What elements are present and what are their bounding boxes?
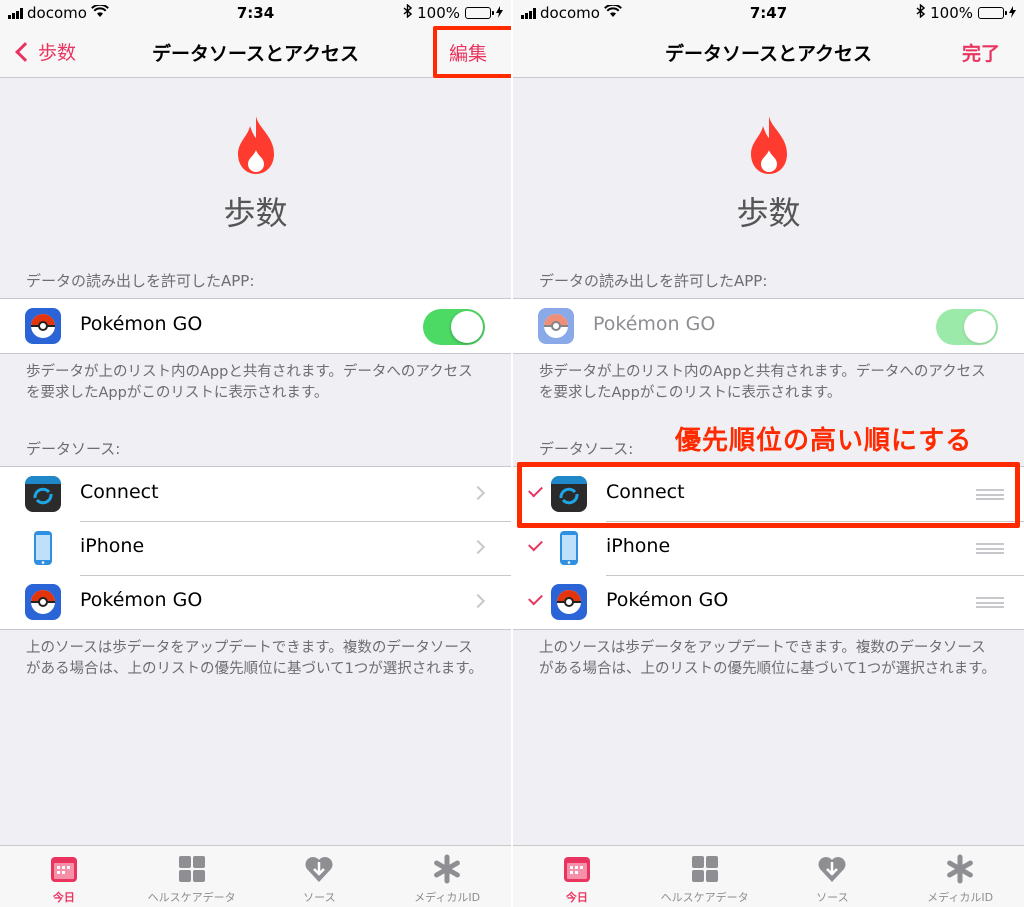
flame-icon bbox=[237, 116, 274, 174]
flame-icon bbox=[750, 116, 787, 174]
nav-bar: データソースとアクセス 完了 bbox=[513, 26, 1024, 78]
health-data-grid-icon bbox=[178, 856, 205, 882]
category-header: 歩数 bbox=[513, 78, 1024, 266]
pokemon-go-icon bbox=[551, 584, 587, 620]
battery-percent: 100% bbox=[417, 4, 460, 22]
bluetooth-icon bbox=[916, 3, 926, 22]
source-label: iPhone bbox=[606, 535, 671, 557]
tab-label: メディカルID bbox=[414, 891, 481, 904]
source-row-pokemon-go[interactable]: Pokémon GO bbox=[0, 575, 511, 629]
pokemon-go-icon bbox=[538, 308, 574, 344]
medical-id-asterisk-icon bbox=[434, 854, 461, 884]
read-app-row: Pokémon GO bbox=[0, 299, 511, 353]
reorder-handle-icon[interactable] bbox=[976, 597, 1004, 608]
source-label: Pokémon GO bbox=[606, 589, 729, 611]
iphone-icon bbox=[551, 530, 587, 566]
checkmark-icon[interactable] bbox=[528, 590, 543, 606]
iphone-icon bbox=[25, 530, 61, 566]
source-row-connect[interactable]: Connect bbox=[0, 467, 511, 521]
sources-heart-icon bbox=[818, 857, 846, 882]
source-row-iphone[interactable]: iPhone bbox=[513, 521, 1024, 575]
read-app-label: Pokémon GO bbox=[80, 313, 203, 335]
tab-label: ヘルスケアデータ bbox=[660, 891, 749, 904]
today-calendar-icon bbox=[50, 857, 77, 882]
screen-left: docomo 7:34 100% 歩数 データソースとアクセス 編集 歩数 デー… bbox=[0, 0, 511, 907]
charging-icon bbox=[496, 4, 503, 22]
battery-percent: 100% bbox=[930, 4, 973, 22]
read-app-label: Pokémon GO bbox=[593, 313, 716, 335]
source-label: Connect bbox=[80, 481, 159, 503]
page-title: データソースとアクセス bbox=[664, 43, 873, 65]
status-bar: docomo 7:34 100% bbox=[0, 0, 511, 26]
pokemon-go-icon bbox=[25, 308, 61, 344]
charging-icon bbox=[1009, 4, 1016, 22]
read-apps-footer: 歩データが上のリスト内のAppと共有されます。データへのアクセスを要求したApp… bbox=[26, 364, 473, 401]
tab-label: 今日 bbox=[52, 891, 75, 904]
source-row-pokemon-go[interactable]: Pokémon GO bbox=[513, 575, 1024, 629]
nav-bar: 歩数 データソースとアクセス 編集 bbox=[0, 26, 511, 78]
source-label: Pokémon GO bbox=[80, 589, 203, 611]
tab-label: メディカルID bbox=[927, 891, 994, 904]
tab-sources[interactable]: ソース bbox=[256, 846, 384, 907]
pokemon-go-icon bbox=[25, 584, 61, 620]
category-title: 歩数 bbox=[736, 194, 801, 232]
tab-health-data[interactable]: ヘルスケアデータ bbox=[641, 846, 769, 907]
checkmark-icon[interactable] bbox=[528, 536, 543, 552]
battery-icon bbox=[465, 7, 494, 19]
garmin-connect-icon bbox=[25, 476, 61, 512]
tab-sources[interactable]: ソース bbox=[769, 846, 897, 907]
read-apps-header: データの読み出しを許可したAPP: bbox=[26, 272, 255, 290]
read-app-toggle bbox=[936, 309, 998, 345]
battery-icon bbox=[978, 7, 1007, 19]
status-right: 100% bbox=[916, 3, 1016, 22]
sources-heart-icon bbox=[305, 857, 333, 882]
reorder-handle-icon[interactable] bbox=[976, 543, 1004, 554]
bluetooth-icon bbox=[403, 3, 413, 22]
sources-header: データソース: bbox=[539, 440, 634, 458]
done-button[interactable]: 完了 bbox=[962, 39, 1000, 66]
today-calendar-icon bbox=[563, 857, 590, 882]
screen-right: docomo 7:47 100% データソースとアクセス 完了 歩数 データの読… bbox=[513, 0, 1024, 907]
tab-medical-id[interactable]: メディカルID bbox=[383, 846, 511, 907]
source-label: iPhone bbox=[80, 535, 145, 557]
source-row-iphone[interactable]: iPhone bbox=[0, 521, 511, 575]
tab-label: ソース bbox=[816, 891, 849, 904]
medical-id-asterisk-icon bbox=[947, 854, 974, 884]
priority-callout: 優先順位の高い順にする bbox=[675, 426, 973, 456]
read-app-toggle[interactable] bbox=[423, 309, 485, 345]
tab-label: ソース bbox=[303, 891, 336, 904]
sources-footer: 上のソースは歩データをアップデートできます。複数のデータソースがある場合は、上の… bbox=[26, 640, 483, 677]
sources-header: データソース: bbox=[26, 440, 121, 458]
tab-label: 今日 bbox=[565, 891, 588, 904]
read-app-row: Pokémon GO bbox=[513, 299, 1024, 353]
edit-highlight-box bbox=[433, 26, 511, 78]
category-header: 歩数 bbox=[0, 78, 511, 266]
tab-health-data[interactable]: ヘルスケアデータ bbox=[128, 846, 256, 907]
tab-today[interactable]: 今日 bbox=[0, 846, 128, 907]
category-title: 歩数 bbox=[223, 194, 288, 232]
read-apps-group: Pokémon GO bbox=[513, 298, 1024, 354]
read-apps-group: Pokémon GO bbox=[0, 298, 511, 354]
read-apps-header: データの読み出しを許可したAPP: bbox=[539, 272, 768, 290]
tab-medical-id[interactable]: メディカルID bbox=[896, 846, 1024, 907]
tab-label: ヘルスケアデータ bbox=[147, 891, 236, 904]
tab-today[interactable]: 今日 bbox=[513, 846, 641, 907]
health-data-grid-icon bbox=[691, 856, 718, 882]
status-right: 100% bbox=[403, 3, 503, 22]
tab-bar: 今日 ヘルスケアデータ ソース メディカルID bbox=[0, 845, 511, 907]
status-bar: docomo 7:47 100% bbox=[513, 0, 1024, 26]
connect-highlight-box bbox=[517, 462, 1020, 528]
read-apps-footer: 歩データが上のリスト内のAppと共有されます。データへのアクセスを要求したApp… bbox=[539, 364, 986, 401]
sources-group: Connect iPhone Pokémon GO bbox=[0, 466, 511, 630]
tab-bar: 今日 ヘルスケアデータ ソース メディカルID bbox=[513, 845, 1024, 907]
sources-footer: 上のソースは歩データをアップデートできます。複数のデータソースがある場合は、上の… bbox=[539, 640, 996, 677]
